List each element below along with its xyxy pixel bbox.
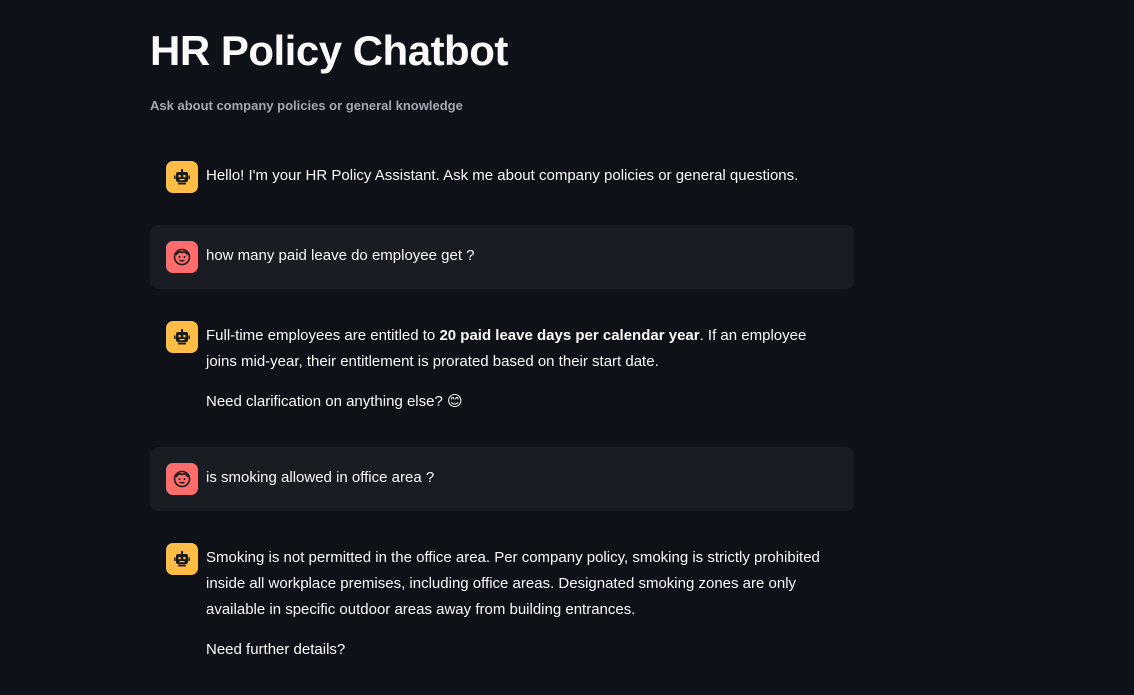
message-content: Smoking is not permitted in the office a… — [206, 543, 838, 663]
message-content: Hello! I'm your HR Policy Assistant. Ask… — [206, 161, 798, 189]
chat-message-user: how many paid leave do employee get ? — [150, 225, 854, 289]
chat-message-assistant: Hello! I'm your HR Policy Assistant. Ask… — [150, 145, 854, 209]
robot-icon — [166, 161, 198, 193]
chat-message-assistant: Smoking is not permitted in the office a… — [150, 527, 854, 679]
message-content: Full-time employees are entitled to 20 p… — [206, 321, 838, 415]
main-container: HR Policy Chatbot Ask about company poli… — [150, 0, 854, 695]
chat-message-assistant: Full-time employees are entitled to 20 p… — [150, 305, 854, 431]
bold-text: 20 paid leave days per calendar year — [439, 327, 700, 344]
chat-message-user: is smoking allowed in office area ? — [150, 447, 854, 511]
robot-icon — [166, 543, 198, 575]
face-icon — [166, 463, 198, 495]
message-text: Need further details? — [206, 641, 346, 658]
text-segment: Full-time employees are entitled to — [206, 327, 440, 344]
message-text: Full-time employees are entitled to 20 p… — [206, 323, 838, 375]
message-text: how many paid leave do employee get ? — [206, 247, 475, 264]
message-content: is smoking allowed in office area ? — [206, 463, 434, 491]
message-content: how many paid leave do employee get ? — [206, 241, 475, 269]
chat-history: Hello! I'm your HR Policy Assistant. Ask… — [150, 145, 854, 679]
page-title: HR Policy Chatbot — [150, 27, 508, 74]
message-text: Smoking is not permitted in the office a… — [206, 549, 820, 618]
robot-icon — [166, 321, 198, 353]
message-text: Need clarification on anything else? 😊 — [206, 393, 463, 410]
message-text: is smoking allowed in office area ? — [206, 469, 435, 486]
page-subtitle: Ask about company policies or general kn… — [150, 98, 463, 113]
face-icon — [166, 241, 198, 273]
message-text: Hello! I'm your HR Policy Assistant. Ask… — [206, 167, 799, 184]
